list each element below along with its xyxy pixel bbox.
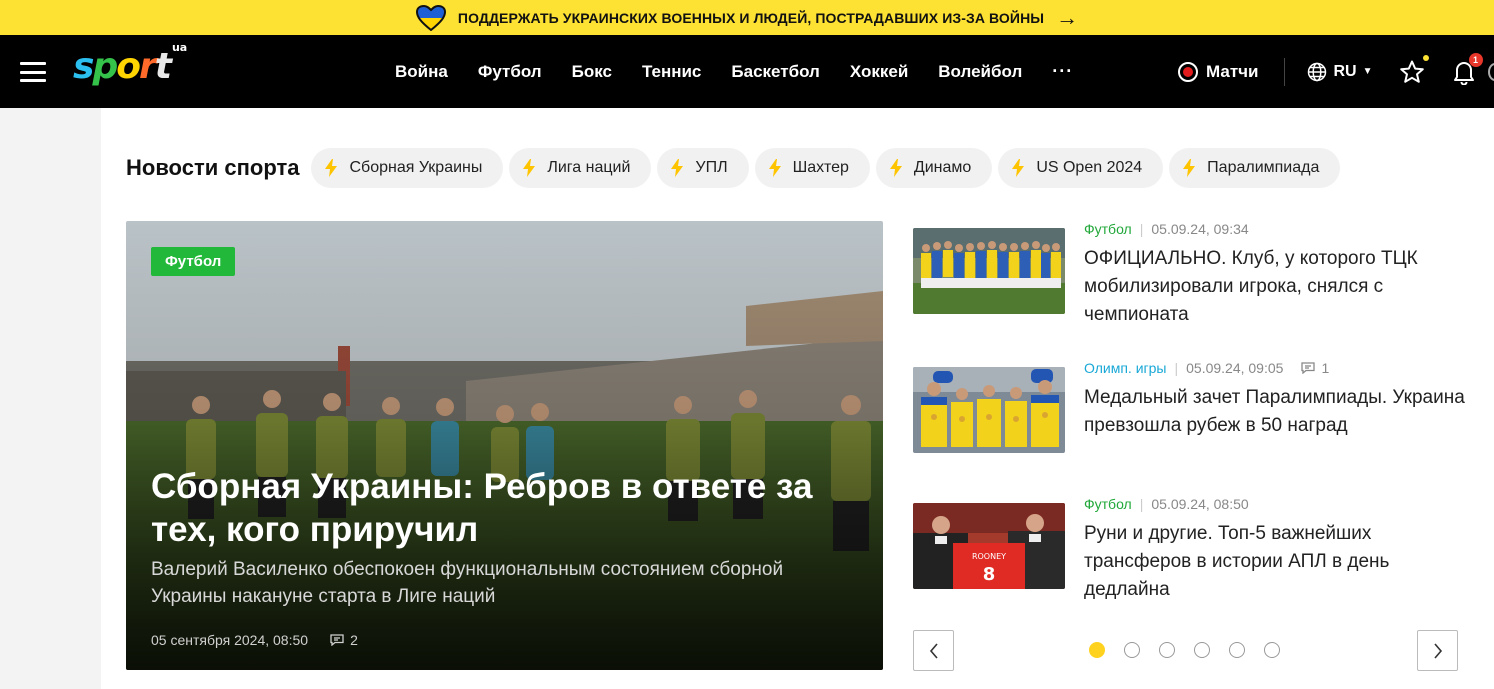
- chevron-left-icon: [929, 642, 938, 659]
- ukraine-heart-icon: [415, 4, 446, 31]
- hero-comments[interactable]: 2: [330, 632, 358, 648]
- chevron-right-icon: [1433, 642, 1442, 659]
- news-thumbnail[interactable]: ROONEY 8: [913, 503, 1065, 589]
- main-nav: Война Футбол Бокс Теннис Баскетбол Хокке…: [395, 35, 1073, 108]
- logo-suffix: ua: [171, 41, 188, 54]
- topic-chip-ukraine-team[interactable]: Сборная Украины: [311, 148, 504, 188]
- header-tools: Матчи RU ▼ 1: [1178, 35, 1483, 108]
- language-selector[interactable]: RU ▼: [1307, 62, 1373, 82]
- topic-chip-label: Паралимпиада: [1207, 159, 1320, 176]
- hero-category-badge[interactable]: Футбол: [151, 247, 236, 276]
- comment-icon: [330, 634, 344, 646]
- topic-chip-upl[interactable]: УПЛ: [657, 148, 749, 188]
- chevron-down-icon: ▼: [1362, 66, 1373, 77]
- notifications-button[interactable]: 1: [1451, 52, 1483, 85]
- topic-chip-label: Шахтер: [792, 159, 849, 176]
- main-panel: Новости спорта Сборная Украины Лига наци…: [101, 108, 1494, 689]
- topic-chip-label: Динамо: [913, 159, 972, 176]
- nav-item-basketball[interactable]: Баскетбол: [731, 62, 819, 82]
- topic-chip-label: Сборная Украины: [349, 159, 483, 176]
- nav-more-button[interactable]: ···: [1052, 61, 1073, 82]
- nav-item-volleyball[interactable]: Волейбол: [938, 62, 1022, 82]
- lightning-icon: [1012, 159, 1025, 177]
- lightning-icon: [325, 159, 338, 177]
- hero-article[interactable]: Футбол Сборная Украины: Ребров в ответе …: [126, 221, 883, 670]
- banner-text: ПОДДЕРЖАТЬ УКРАИНСКИХ ВОЕННЫХ И ЛЮДЕЙ, П…: [457, 9, 1045, 26]
- news-title[interactable]: Руни и другие. Топ-5 важнейших трансферо…: [1084, 520, 1469, 604]
- news-date: 05.09.24, 08:50: [1151, 496, 1249, 512]
- hero-comments-count: 2: [350, 632, 358, 648]
- nav-item-war[interactable]: Война: [395, 62, 448, 82]
- topic-chip-label: УПЛ: [695, 159, 728, 176]
- meta-divider: |: [1139, 496, 1144, 512]
- live-matches-button[interactable]: Матчи: [1178, 61, 1259, 82]
- topic-chip-paralympics[interactable]: Паралимпиада: [1169, 148, 1341, 188]
- news-category[interactable]: Олимп. игры: [1084, 360, 1166, 376]
- topic-chip-dynamo[interactable]: Динамо: [875, 148, 993, 188]
- meta-divider: |: [1139, 221, 1144, 237]
- news-date: 05.09.24, 09:05: [1186, 360, 1284, 376]
- menu-icon[interactable]: [20, 62, 46, 82]
- globe-icon: [1308, 62, 1327, 81]
- lightning-icon: [1183, 159, 1196, 177]
- site-header: sport ua Война Футбол Бокс Теннис Баскетб…: [0, 35, 1494, 108]
- carousel-dot[interactable]: [1194, 642, 1210, 658]
- hero-title[interactable]: Сборная Украины: Ребров в ответе за тех,…: [151, 466, 871, 551]
- lightning-icon: [768, 159, 781, 177]
- hero-date: 05 сентября 2024, 08:50: [151, 632, 309, 648]
- carousel-dot[interactable]: [1089, 642, 1105, 658]
- svg-text:8: 8: [983, 564, 996, 585]
- comment-icon: [1301, 362, 1316, 374]
- language-label: RU: [1333, 62, 1357, 80]
- live-matches-label: Матчи: [1206, 61, 1259, 81]
- carousel-dot[interactable]: [1229, 642, 1245, 658]
- nav-item-boxing[interactable]: Бокс: [572, 62, 612, 82]
- meta-divider: |: [1174, 360, 1179, 376]
- news-meta: Футбол | 05.09.24, 08:50: [1084, 496, 1249, 512]
- carousel-next-button[interactable]: [1417, 630, 1458, 671]
- nav-item-football[interactable]: Футбол: [478, 62, 542, 82]
- topic-chip-shakhtar[interactable]: Шахтер: [754, 148, 870, 188]
- header-divider: [1284, 57, 1286, 86]
- hero-meta: 05 сентября 2024, 08:50 2: [151, 632, 358, 648]
- carousel-prev-button[interactable]: [913, 630, 954, 671]
- arrow-right-icon: →: [1056, 4, 1079, 30]
- news-comments[interactable]: 1: [1301, 360, 1329, 376]
- carousel-dot[interactable]: [1124, 642, 1140, 658]
- topic-chip-nations-league[interactable]: Лига наций: [509, 148, 652, 188]
- news-category[interactable]: Футбол: [1084, 221, 1132, 237]
- news-meta: Олимп. игры | 05.09.24, 09:05 1: [1084, 360, 1329, 376]
- carousel-dot[interactable]: [1159, 642, 1175, 658]
- favorites-indicator: [1422, 54, 1429, 61]
- nav-item-hockey[interactable]: Хоккей: [850, 62, 908, 82]
- carousel-pagination: [1089, 642, 1280, 658]
- news-thumbnail[interactable]: [913, 367, 1065, 453]
- star-icon: [1399, 60, 1424, 83]
- site-logo[interactable]: sport ua: [73, 42, 187, 85]
- news-date: 05.09.24, 09:34: [1151, 221, 1249, 237]
- lightning-icon: [889, 159, 902, 177]
- favorites-button[interactable]: [1399, 54, 1429, 85]
- live-dot-icon: [1178, 61, 1198, 82]
- hero-subtitle: Валерий Василенко обеспокоен функциональ…: [151, 559, 784, 607]
- carousel-dot[interactable]: [1264, 642, 1280, 658]
- news-category[interactable]: Футбол: [1084, 496, 1132, 512]
- news-thumbnail[interactable]: [913, 228, 1065, 314]
- lightning-icon: [671, 159, 684, 177]
- topic-chip-label: US Open 2024: [1036, 159, 1143, 176]
- topics-bar: Новости спорта Сборная Украины Лига наци…: [126, 148, 1341, 188]
- news-comments-count: 1: [1321, 360, 1330, 376]
- news-title[interactable]: Медальный зачет Паралимпиады. Украина пр…: [1084, 384, 1469, 440]
- topic-chip-us-open[interactable]: US Open 2024: [998, 148, 1164, 188]
- notifications-badge: 1: [1468, 52, 1483, 67]
- profile-edge-icon[interactable]: [1488, 63, 1494, 81]
- nav-item-tennis[interactable]: Теннис: [642, 62, 701, 82]
- news-meta: Футбол | 05.09.24, 09:34: [1084, 221, 1249, 237]
- section-title: Новости спорта: [126, 155, 300, 180]
- lightning-icon: [523, 159, 536, 177]
- topic-chip-label: Лига наций: [547, 159, 631, 176]
- svg-text:ROONEY: ROONEY: [972, 552, 1006, 561]
- news-title[interactable]: ОФИЦИАЛЬНО. Клуб, у которого ТЦК мобилиз…: [1084, 245, 1469, 329]
- support-banner[interactable]: ПОДДЕРЖАТЬ УКРАИНСКИХ ВОЕННЫХ И ЛЮДЕЙ, П…: [0, 0, 1494, 35]
